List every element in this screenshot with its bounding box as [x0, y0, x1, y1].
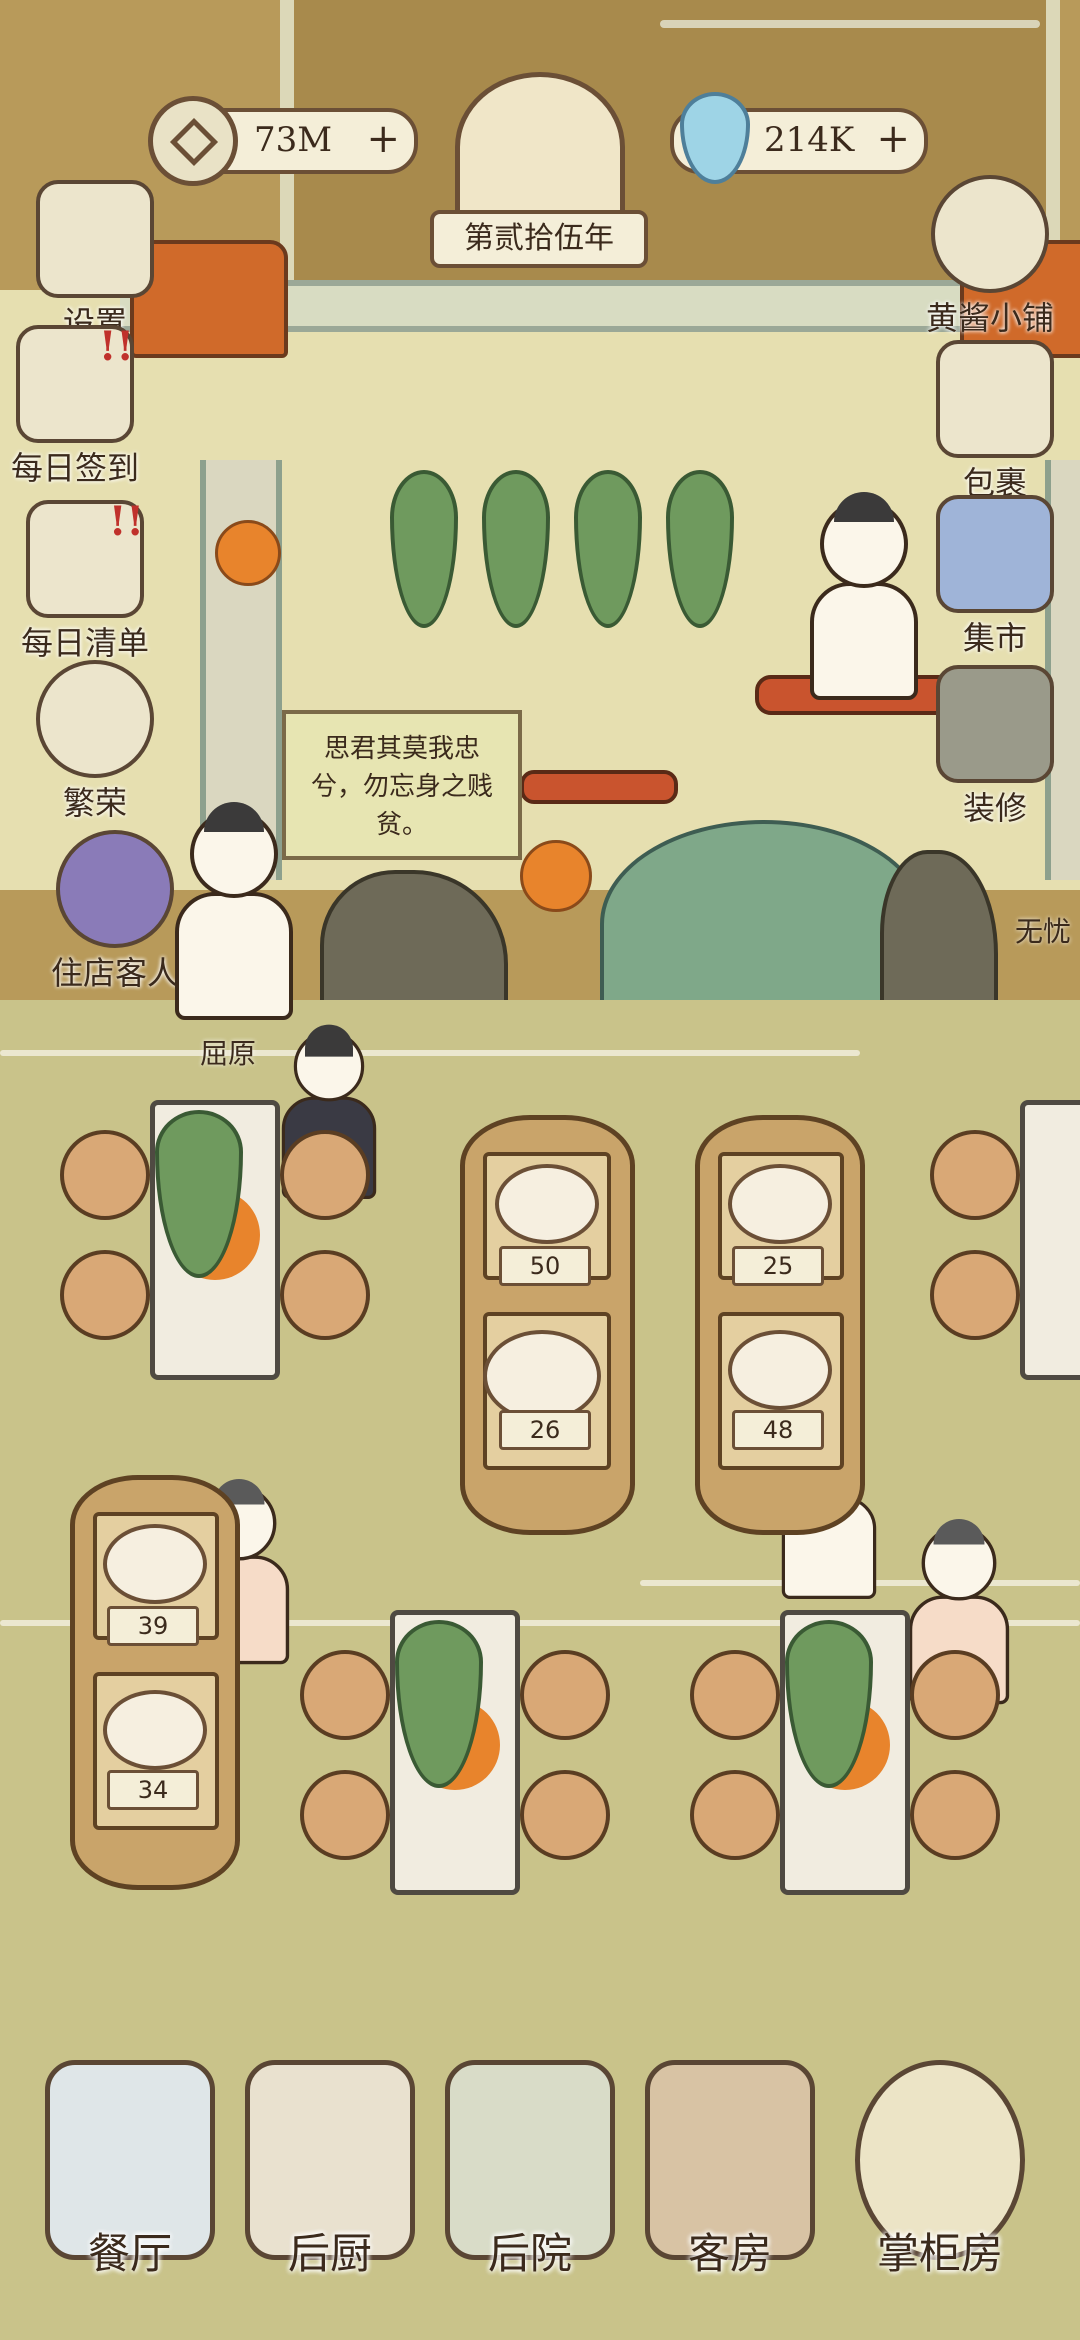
stool: [930, 1130, 1020, 1220]
floor-swirl: [0, 1050, 860, 1056]
nav-manager-room[interactable]: 掌柜房: [840, 2060, 1040, 2281]
boat-rower-character[interactable]: [810, 492, 918, 700]
coins-plus-button[interactable]: +: [366, 116, 400, 162]
table-top: [1020, 1100, 1080, 1380]
dining-table[interactable]: [690, 1610, 1000, 1895]
npc-name-tag: 屈原: [200, 1037, 257, 1070]
guests-icon: [56, 830, 174, 948]
dish-price: 39: [107, 1606, 199, 1646]
dish-icon[interactable]: [495, 1164, 599, 1244]
daily-signin-button[interactable]: !! 每日签到: [10, 323, 140, 489]
qu-yuan-character[interactable]: [175, 802, 293, 1020]
stool: [280, 1250, 370, 1340]
daily-list-icon: !!: [26, 498, 144, 618]
stool: [690, 1650, 780, 1740]
menu-raft[interactable]: 50 26: [460, 1115, 635, 1535]
nav-restaurant[interactable]: 餐厅: [40, 2060, 220, 2281]
stool: [520, 1650, 610, 1740]
stool: [60, 1250, 150, 1340]
settings-icon: [36, 180, 154, 298]
decorate-button[interactable]: 装修: [930, 665, 1060, 829]
coins-value: 73M: [254, 120, 333, 160]
stool: [690, 1770, 780, 1860]
dining-table[interactable]: [60, 1100, 370, 1380]
dish-icon[interactable]: [728, 1330, 832, 1410]
nav-kitchen-label: 后厨: [287, 2229, 372, 2278]
coin-icon: [148, 96, 238, 186]
mural-sun: [520, 840, 592, 912]
dish-price: 25: [732, 1246, 824, 1286]
decorate-label: 装修: [962, 789, 1027, 827]
shop-label: 黄酱小铺: [925, 299, 1054, 337]
nav-guest-room-label: 客房: [687, 2229, 772, 2278]
dining-table[interactable]: [930, 1100, 1080, 1380]
stool: [930, 1250, 1020, 1340]
nav-backyard[interactable]: 后院: [440, 2060, 620, 2281]
shop-icon: [931, 175, 1049, 293]
offscreen-npc-name: 无忧: [1015, 915, 1072, 948]
water-value: 214K: [764, 120, 855, 160]
dish-price: 50: [499, 1246, 591, 1286]
daily-signin-label: 每日签到: [10, 449, 139, 487]
dining-table[interactable]: [300, 1610, 610, 1895]
parcel-button[interactable]: 包裹: [930, 340, 1060, 504]
wave-mural: [600, 820, 928, 1028]
year-emblem-icon: [455, 72, 625, 222]
nav-manager-room-label: 掌柜房: [876, 2229, 1003, 2278]
nav-guest-room[interactable]: 客房: [640, 2060, 820, 2281]
settings-button[interactable]: 设置: [30, 180, 160, 344]
dish-price: 34: [107, 1770, 199, 1810]
stool: [60, 1130, 150, 1220]
prosperity-icon: [36, 660, 154, 778]
dish-price: 48: [732, 1410, 824, 1450]
nav-backyard-label: 后院: [487, 2229, 572, 2278]
year-label: 第贰拾伍年: [430, 210, 648, 268]
speech-bubble: 思君其莫我忠兮，勿忘身之贱贫。: [282, 710, 522, 860]
nav-restaurant-label: 餐厅: [87, 2229, 172, 2278]
stool: [300, 1650, 390, 1740]
menu-raft[interactable]: 39 34: [70, 1475, 240, 1890]
dish-icon[interactable]: [483, 1330, 601, 1422]
zongzi-shelf: [520, 770, 678, 804]
daily-list-button[interactable]: !! 每日清单: [20, 498, 150, 664]
shop-button[interactable]: 黄酱小铺: [905, 175, 1075, 339]
dish-icon[interactable]: [103, 1690, 207, 1770]
prosperity-label: 繁荣: [62, 784, 127, 822]
dish-price: 26: [499, 1410, 591, 1450]
alert-badge: !!: [108, 498, 144, 545]
market-label: 集市: [962, 619, 1027, 657]
dish-icon[interactable]: [728, 1164, 832, 1244]
stool: [520, 1770, 610, 1860]
stool: [910, 1770, 1000, 1860]
decorate-icon: [936, 665, 1054, 783]
nav-kitchen[interactable]: 后厨: [240, 2060, 420, 2281]
dish-icon[interactable]: [103, 1524, 207, 1604]
market-icon: [936, 495, 1054, 613]
stool: [300, 1770, 390, 1860]
left-sun-ornament: [215, 520, 281, 586]
status-line: [660, 20, 1040, 28]
alert-badge: !!: [98, 323, 134, 370]
water-plus-button[interactable]: +: [876, 116, 910, 162]
daily-signin-icon: !!: [16, 323, 134, 443]
prosperity-button[interactable]: 繁荣: [30, 660, 160, 824]
market-button[interactable]: 集市: [930, 495, 1060, 659]
parcel-icon: [936, 340, 1054, 458]
menu-raft[interactable]: 25 48: [695, 1115, 865, 1535]
stool: [910, 1650, 1000, 1740]
daily-list-label: 每日清单: [20, 624, 149, 662]
stool: [280, 1130, 370, 1220]
